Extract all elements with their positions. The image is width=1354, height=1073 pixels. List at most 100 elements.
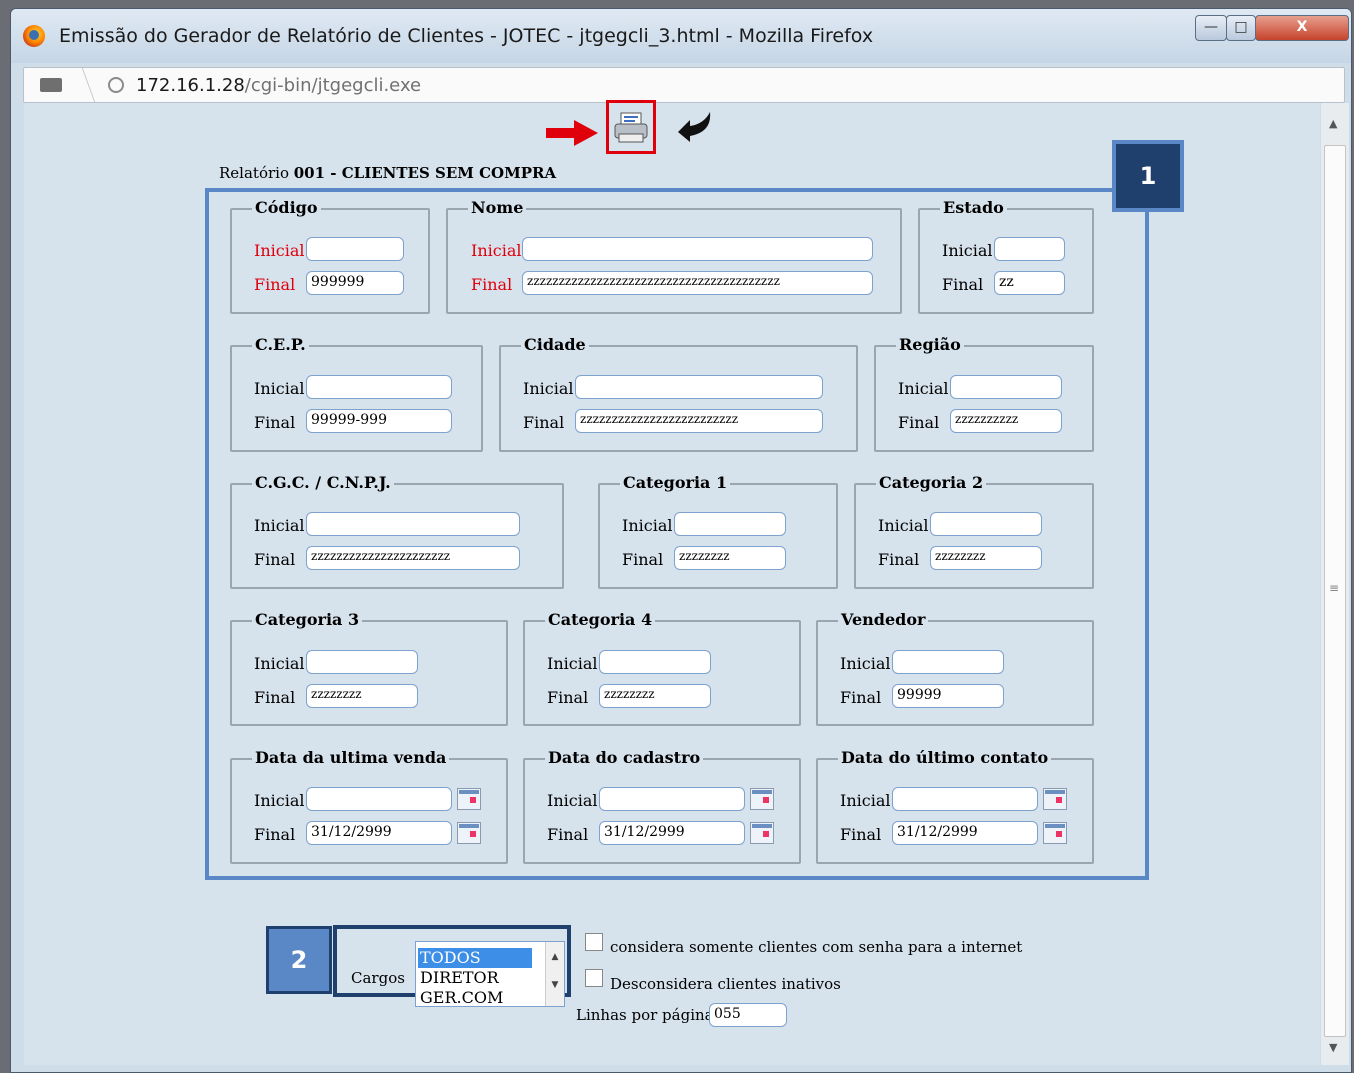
cat1-inicial-input[interactable] (674, 512, 786, 536)
calendar-icon[interactable] (750, 788, 774, 810)
close-button[interactable]: X (1255, 15, 1349, 41)
legend-codigo: Código (252, 198, 321, 217)
ultima-venda-final-input[interactable]: 31/12/2999 (306, 821, 452, 845)
ultima-venda-inicial-input[interactable] (306, 787, 452, 811)
cadastro-inicial-input[interactable] (599, 787, 745, 811)
label-cat2-inicial: Inicial (878, 516, 929, 535)
label-nome-final: Final (471, 275, 513, 294)
globe-icon (108, 77, 124, 93)
firefox-icon (23, 25, 45, 47)
fieldset-cgc: C.G.C. / C.N.P.J. (230, 473, 564, 589)
cargos-option[interactable]: TODOS (418, 948, 532, 968)
codigo-inicial-input[interactable] (306, 237, 404, 261)
cat3-final-input[interactable]: zzzzzzzz (306, 684, 418, 708)
label-estado-inicial: Inicial (942, 241, 993, 260)
label-cadastro-inicial: Inicial (547, 791, 598, 810)
cat4-final-input[interactable]: zzzzzzzz (599, 684, 711, 708)
ultimo-contato-inicial-input[interactable] (892, 787, 1038, 811)
back-arrow-icon[interactable] (670, 108, 714, 148)
label-ultimo-contato-final: Final (840, 825, 882, 844)
legend-cep: C.E.P. (252, 335, 309, 354)
calendar-icon[interactable] (457, 822, 481, 844)
nome-final-input[interactable]: zzzzzzzzzzzzzzzzzzzzzzzzzzzzzzzzzzzzzzzz (522, 271, 873, 295)
fieldset-ultima-venda: Data da ultima venda (230, 748, 508, 864)
legend-estado: Estado (940, 198, 1007, 217)
label-regiao-final: Final (898, 413, 940, 432)
regiao-final-input[interactable]: zzzzzzzzzz (950, 409, 1062, 433)
regiao-inicial-input[interactable] (950, 375, 1062, 399)
window-title: Emissão do Gerador de Relatório de Clien… (59, 25, 874, 47)
fieldset-codigo: Código (230, 198, 430, 314)
cat2-final-input[interactable]: zzzzzzzz (930, 546, 1042, 570)
tab-groups-icon[interactable] (40, 78, 62, 92)
label-cat4-inicial: Inicial (547, 654, 598, 673)
calendar-icon[interactable] (1043, 788, 1067, 810)
cat3-inicial-input[interactable] (306, 650, 418, 674)
legend-cgc: C.G.C. / C.N.P.J. (252, 473, 394, 492)
fieldset-estado: Estado (918, 198, 1094, 314)
label-cep-final: Final (254, 413, 296, 432)
report-title: Relatório 001 - CLIENTES SEM COMPRA (219, 164, 557, 182)
legend-cadastro: Data do cadastro (545, 748, 704, 767)
cep-inicial-input[interactable] (306, 375, 452, 399)
cat4-inicial-input[interactable] (599, 650, 711, 674)
legend-cat2: Categoria 2 (876, 473, 987, 492)
senha-internet-checkbox[interactable] (585, 933, 603, 951)
url-bar[interactable]: 172.16.1.28/cgi-bin/jtgegcli.exe (23, 67, 1345, 103)
linhas-por-pagina-input[interactable]: 055 (709, 1003, 787, 1027)
calendar-icon[interactable] (1043, 822, 1067, 844)
label-vendedor-final: Final (840, 688, 882, 707)
ultimo-contato-final-input[interactable]: 31/12/2999 (892, 821, 1038, 845)
maximize-button[interactable]: □ (1226, 15, 1256, 41)
inativos-checkbox[interactable] (585, 969, 603, 987)
label-cadastro-final: Final (547, 825, 589, 844)
legend-cat1: Categoria 1 (620, 473, 731, 492)
fieldset-cadastro: Data do cadastro (523, 748, 801, 864)
cadastro-final-input[interactable]: 31/12/2999 (599, 821, 745, 845)
cidade-final-input[interactable]: zzzzzzzzzzzzzzzzzzzzzzzzz (575, 409, 823, 433)
vertical-scrollbar[interactable]: ▲ ≡ ▼ (1321, 103, 1349, 1065)
estado-inicial-input[interactable] (994, 237, 1065, 261)
vendedor-inicial-input[interactable] (892, 650, 1004, 674)
cargos-option[interactable]: GER.COM (418, 988, 532, 1008)
label-codigo-final: Final (254, 275, 296, 294)
legend-nome: Nome (468, 198, 527, 217)
cargos-option[interactable]: DIRETOR (418, 968, 532, 988)
legend-cat4: Categoria 4 (545, 610, 656, 629)
codigo-final-input[interactable]: 999999 (306, 271, 404, 295)
legend-cat3: Categoria 3 (252, 610, 363, 629)
legend-ultima-venda: Data da ultima venda (252, 748, 450, 767)
fieldset-nome: Nome (446, 198, 902, 314)
calendar-icon[interactable] (457, 788, 481, 810)
estado-final-input[interactable]: zz (994, 271, 1065, 295)
scroll-up-icon[interactable]: ▲ (1329, 117, 1337, 130)
label-ultima-venda-inicial: Inicial (254, 791, 305, 810)
vendedor-final-input[interactable]: 99999 (892, 684, 1004, 708)
cat2-inicial-input[interactable] (930, 512, 1042, 536)
url-text[interactable]: 172.16.1.28/cgi-bin/jtgegcli.exe (136, 75, 421, 96)
nome-inicial-input[interactable] (522, 237, 873, 261)
cgc-final-input[interactable]: zzzzzzzzzzzzzzzzzzzzzz (306, 546, 520, 570)
fieldset-cat2: Categoria 2 (854, 473, 1094, 589)
listbox-scrollbar[interactable]: ▲ ▼ (545, 942, 564, 1006)
label-cat3-inicial: Inicial (254, 654, 305, 673)
printer-icon[interactable] (613, 110, 649, 146)
calendar-icon[interactable] (750, 822, 774, 844)
legend-vendedor: Vendedor (838, 610, 929, 629)
cgc-inicial-input[interactable] (306, 512, 520, 536)
label-cat1-inicial: Inicial (622, 516, 673, 535)
label-cidade-final: Final (523, 413, 565, 432)
senha-internet-label: considera somente clientes com senha par… (610, 938, 1023, 956)
fieldset-cat1: Categoria 1 (598, 473, 838, 589)
label-cat3-final: Final (254, 688, 296, 707)
cidade-inicial-input[interactable] (575, 375, 823, 399)
cep-final-input[interactable]: 99999-999 (306, 409, 452, 433)
label-regiao-inicial: Inicial (898, 379, 949, 398)
scroll-down-icon[interactable]: ▼ (1329, 1041, 1337, 1054)
badge-2: 2 (266, 926, 332, 994)
cat1-final-input[interactable]: zzzzzzzz (674, 546, 786, 570)
label-nome-inicial: Inicial (471, 241, 522, 260)
minimize-button[interactable]: — (1195, 15, 1227, 41)
cargos-listbox[interactable]: TODOS DIRETOR GER.COM ▲ ▼ (415, 941, 565, 1007)
label-ultimo-contato-inicial: Inicial (840, 791, 891, 810)
